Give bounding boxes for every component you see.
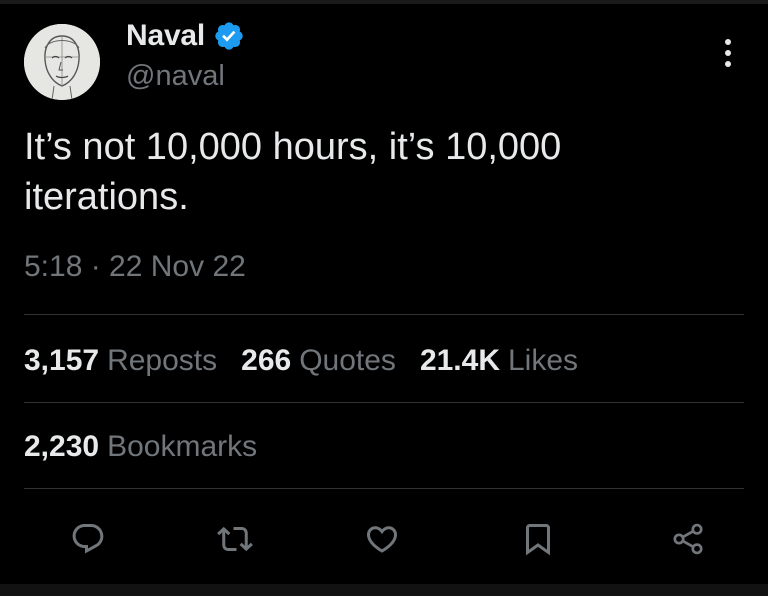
top-edge bbox=[0, 0, 768, 4]
reply-button[interactable] bbox=[64, 512, 112, 566]
avatar-sketch-icon bbox=[24, 24, 100, 100]
quotes-label: Quotes bbox=[299, 344, 396, 377]
author-name[interactable]: Naval bbox=[126, 19, 205, 53]
likes-label: Likes bbox=[508, 344, 579, 377]
heart-icon bbox=[366, 526, 398, 553]
bookmarks-label: Bookmarks bbox=[107, 430, 258, 463]
share-button[interactable] bbox=[664, 512, 712, 566]
reposts-count: 3,157 bbox=[24, 344, 100, 377]
bottom-edge bbox=[0, 584, 768, 596]
avatar[interactable] bbox=[24, 24, 100, 100]
action-bar bbox=[0, 512, 768, 566]
tweet-timestamp[interactable]: 5:18 · 22 Nov 22 bbox=[24, 250, 246, 284]
quotes-stat[interactable]: 266 Quotes bbox=[241, 344, 396, 378]
more-options-icon[interactable] bbox=[716, 36, 740, 70]
repost-button[interactable] bbox=[211, 512, 259, 566]
verified-badge-icon bbox=[215, 22, 243, 50]
divider bbox=[24, 402, 744, 403]
bookmarks-count: 2,230 bbox=[24, 430, 100, 463]
likes-stat[interactable]: 21.4K Likes bbox=[420, 344, 578, 378]
share-icon bbox=[673, 523, 703, 555]
divider bbox=[24, 488, 744, 489]
tweet-text: It’s not 10,000 hours, it’s 10,000 itera… bbox=[24, 126, 562, 218]
bookmarks-stat[interactable]: 2,230 Bookmarks bbox=[24, 424, 257, 470]
repost-icon bbox=[217, 526, 253, 552]
bookmark-button[interactable] bbox=[514, 512, 562, 566]
divider bbox=[24, 314, 744, 315]
author-name-row: Naval bbox=[126, 18, 245, 54]
reply-icon bbox=[72, 524, 104, 554]
like-button[interactable] bbox=[358, 512, 406, 566]
quotes-count: 266 bbox=[241, 344, 292, 377]
author-handle[interactable]: @naval bbox=[126, 60, 225, 93]
reposts-stat[interactable]: 3,157 Reposts bbox=[24, 344, 217, 378]
bookmark-icon bbox=[526, 524, 550, 556]
likes-count: 21.4K bbox=[419, 344, 500, 377]
reposts-label: Reposts bbox=[107, 344, 218, 377]
engagement-stats: 3,157 Reposts 266 Quotes 21.4K Likes bbox=[24, 338, 602, 384]
